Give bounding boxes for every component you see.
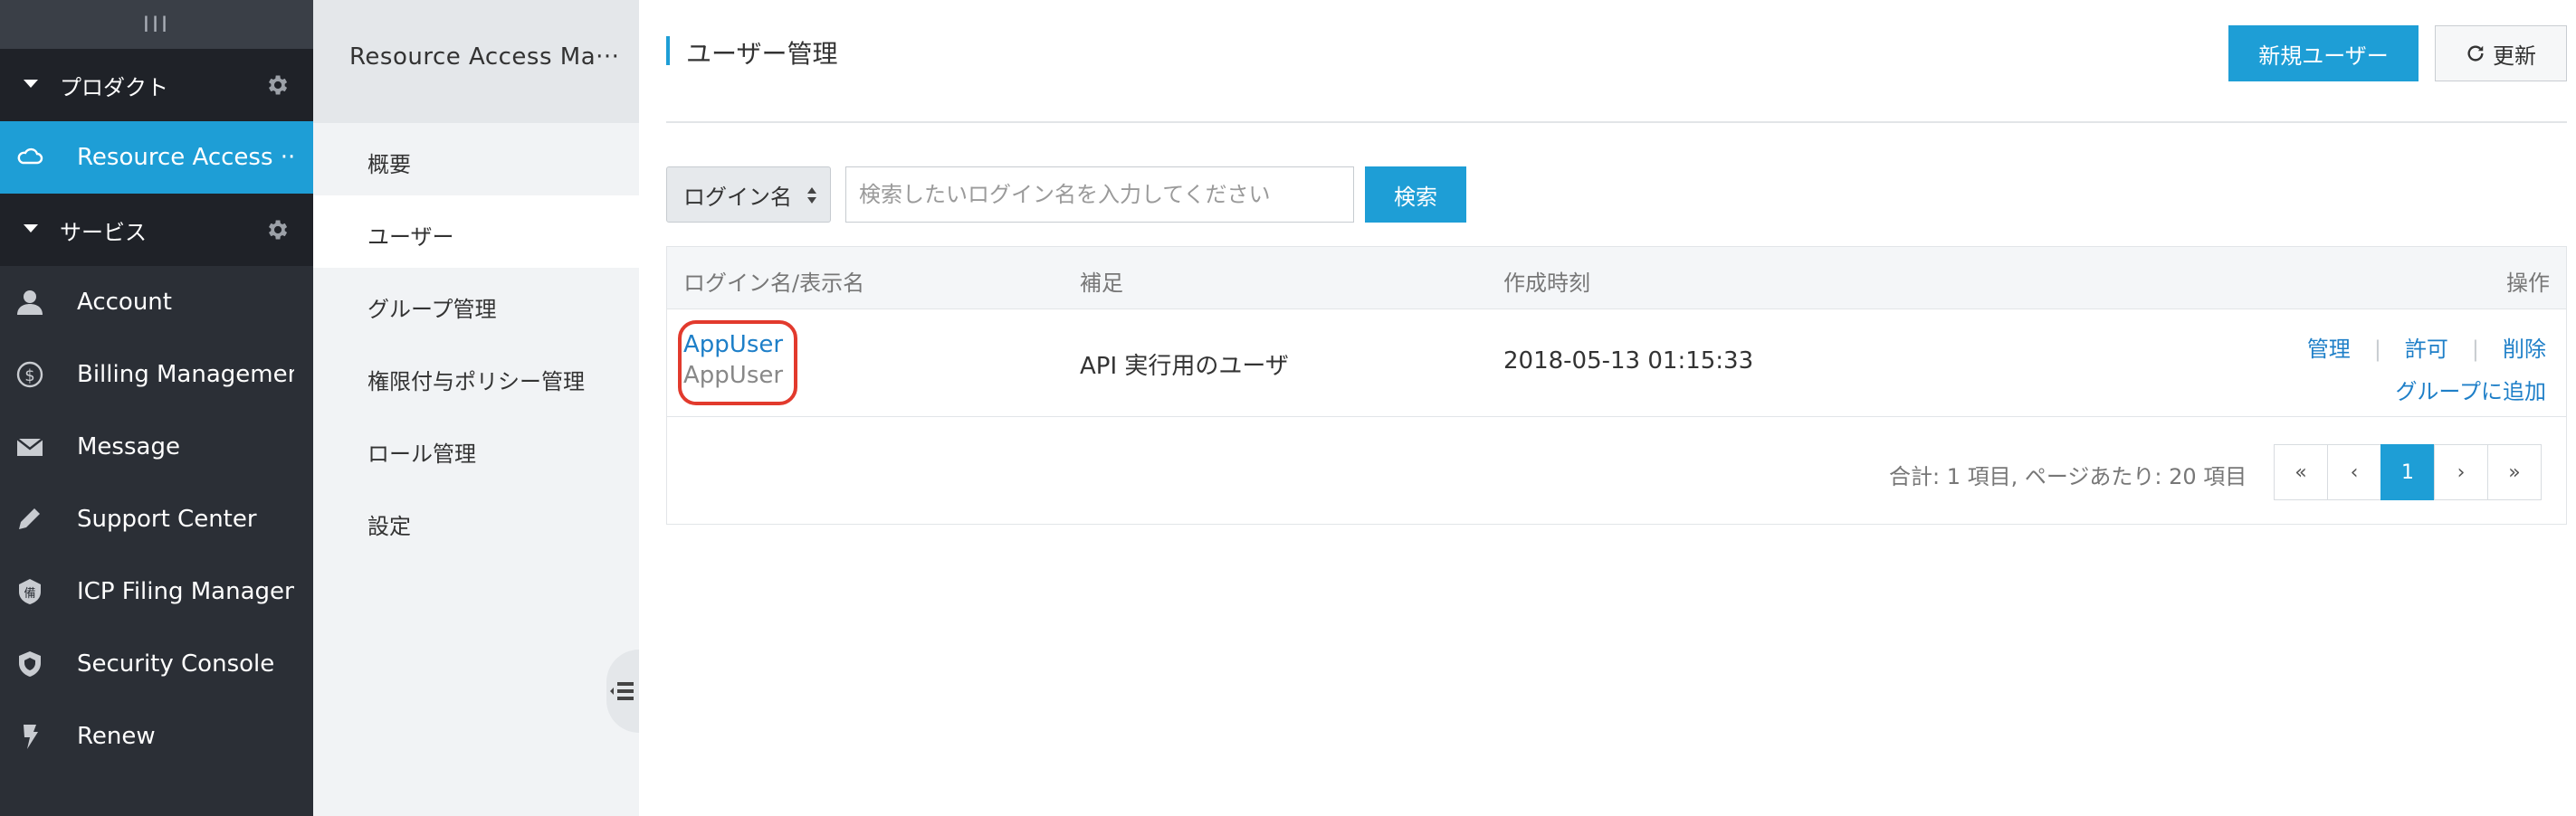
select-arrows-icon: [807, 187, 816, 204]
sidebar-item-label: 設定: [367, 514, 411, 539]
nav-item-label: Message: [77, 433, 180, 460]
sidebar-item-users[interactable]: ユーザー: [313, 195, 639, 268]
search-input[interactable]: [845, 166, 1354, 223]
sidebar-item-label: グループ管理: [367, 297, 497, 322]
column-header-login: ログイン名/表示名: [683, 270, 865, 296]
user-icon: [17, 290, 43, 315]
sidebar-item-roles[interactable]: ロール管理: [313, 413, 639, 485]
nav-item-billing-management[interactable]: $ Billing Management: [0, 338, 313, 411]
svg-text:備: 備: [24, 586, 35, 601]
nav-item-resource-access[interactable]: Resource Access ···: [0, 121, 313, 194]
add-to-group-link[interactable]: グループに追加: [2395, 379, 2546, 404]
nav-item-label: ICP Filing Managem···: [77, 578, 294, 605]
sidebar-item-settings[interactable]: 設定: [313, 485, 639, 557]
column-header-created: 作成時刻: [1503, 270, 1590, 296]
new-user-button[interactable]: 新規ユーザー: [2228, 25, 2419, 81]
nav-item-support-center[interactable]: Support Center: [0, 483, 313, 555]
search-button[interactable]: 検索: [1365, 166, 1466, 223]
row-actions: 管理 | 許可 | 削除 グループに追加: [2307, 331, 2546, 405]
pagination: « ‹ 1 › »: [2274, 444, 2542, 500]
svg-text:$: $: [24, 366, 34, 385]
nav-item-label: Support Center: [77, 506, 257, 533]
delete-link[interactable]: 削除: [2503, 337, 2546, 362]
sidebar-item-label: 概要: [367, 152, 411, 177]
renew-icon: [24, 725, 38, 749]
refresh-button[interactable]: 更新: [2435, 25, 2567, 81]
nav-item-label: Renew: [77, 723, 156, 750]
main-navigation: III プロダクト Resource Access ··· サービス Accou…: [0, 0, 313, 816]
cloud-icon: [17, 147, 43, 165]
last-page-button[interactable]: »: [2487, 444, 2542, 500]
shield-icon: [19, 651, 41, 677]
page-title: ユーザー管理: [686, 39, 838, 69]
nav-item-security-console[interactable]: Security Console: [0, 628, 313, 700]
sidebar-title-text: Resource Access Ma···: [349, 43, 620, 71]
search-field-select-value: ログイン名: [683, 184, 792, 210]
action-separator: |: [2471, 337, 2479, 362]
nav-section-products[interactable]: プロダクト: [0, 49, 313, 121]
prev-page-button[interactable]: ‹: [2327, 444, 2381, 500]
collapse-menu-icon: [610, 682, 634, 700]
refresh-icon: [2467, 45, 2484, 62]
sidebar-item-label: ロール管理: [367, 441, 476, 467]
column-header-actions: 操作: [2506, 270, 2550, 296]
sidebar-item-groups[interactable]: グループ管理: [313, 268, 639, 340]
page-1-button[interactable]: 1: [2380, 444, 2435, 500]
header-divider: [666, 121, 2567, 123]
next-page-button[interactable]: ›: [2434, 444, 2488, 500]
users-table: ログイン名/表示名 補足 作成時刻 操作 AppUser AppUser API…: [666, 246, 2567, 525]
icp-badge-icon: 備: [19, 579, 41, 604]
nav-item-label: Resource Access ···: [77, 144, 294, 171]
sidebar-item-policies[interactable]: 権限付与ポリシー管理: [313, 340, 639, 413]
nav-section-label: プロダクト: [60, 74, 168, 100]
user-login-link[interactable]: AppUser: [683, 331, 783, 358]
nav-item-icp-filing[interactable]: 備 ICP Filing Managem···: [0, 555, 313, 628]
column-header-note: 補足: [1080, 270, 1123, 296]
user-display-name: AppUser: [683, 362, 784, 389]
sidebar-item-label: 権限付与ポリシー管理: [367, 369, 585, 394]
gear-icon[interactable]: [264, 72, 290, 98]
nav-item-label: Billing Management: [77, 361, 294, 388]
manage-link[interactable]: 管理: [2307, 337, 2351, 362]
refresh-label: 更新: [2493, 43, 2536, 69]
sidebar-collapse-toggle[interactable]: [606, 650, 639, 733]
caret-down-icon: [24, 224, 38, 232]
main-content: ユーザー管理 新規ユーザー 更新 ログイン名 検索 ログイン名/表示名 補足 作…: [639, 0, 2576, 816]
search-field-select[interactable]: ログイン名: [666, 166, 831, 223]
table-row: AppUser AppUser API 実行用のユーザ 2018-05-13 0…: [667, 309, 2566, 417]
permit-link[interactable]: 許可: [2405, 337, 2448, 362]
nav-section-services[interactable]: サービス: [0, 194, 313, 266]
nav-collapse-handle[interactable]: III: [0, 0, 313, 49]
nav-item-message[interactable]: Message: [0, 411, 313, 483]
nav-item-label: Account: [77, 289, 172, 316]
sidebar-title: Resource Access Ma···: [313, 0, 639, 123]
sidebar-item-label: ユーザー: [367, 224, 454, 250]
sidebar-item-overview[interactable]: 概要: [313, 123, 639, 195]
user-created-time: 2018-05-13 01:15:33: [1503, 347, 1754, 375]
gear-icon[interactable]: [264, 217, 290, 242]
nav-item-renew[interactable]: Renew: [0, 700, 313, 773]
mail-icon: [16, 438, 43, 456]
dollar-icon: $: [16, 361, 43, 388]
first-page-button[interactable]: «: [2274, 444, 2328, 500]
pencil-icon: [19, 508, 40, 529]
action-separator: |: [2373, 337, 2381, 362]
user-note: API 実行用のユーザ: [1080, 353, 1289, 380]
caret-down-icon: [24, 80, 38, 88]
page-title-accent: [666, 36, 670, 65]
nav-item-account[interactable]: Account: [0, 266, 313, 338]
nav-section-label: サービス: [60, 219, 147, 245]
secondary-sidebar: Resource Access Ma··· 概要 ユーザー グループ管理 権限付…: [313, 0, 639, 816]
table-header: ログイン名/表示名 補足 作成時刻 操作: [667, 247, 2566, 309]
nav-item-label: Security Console: [77, 650, 275, 678]
pagination-summary: 合計: 1 項目, ページあたり: 20 項目: [1889, 464, 2247, 489]
